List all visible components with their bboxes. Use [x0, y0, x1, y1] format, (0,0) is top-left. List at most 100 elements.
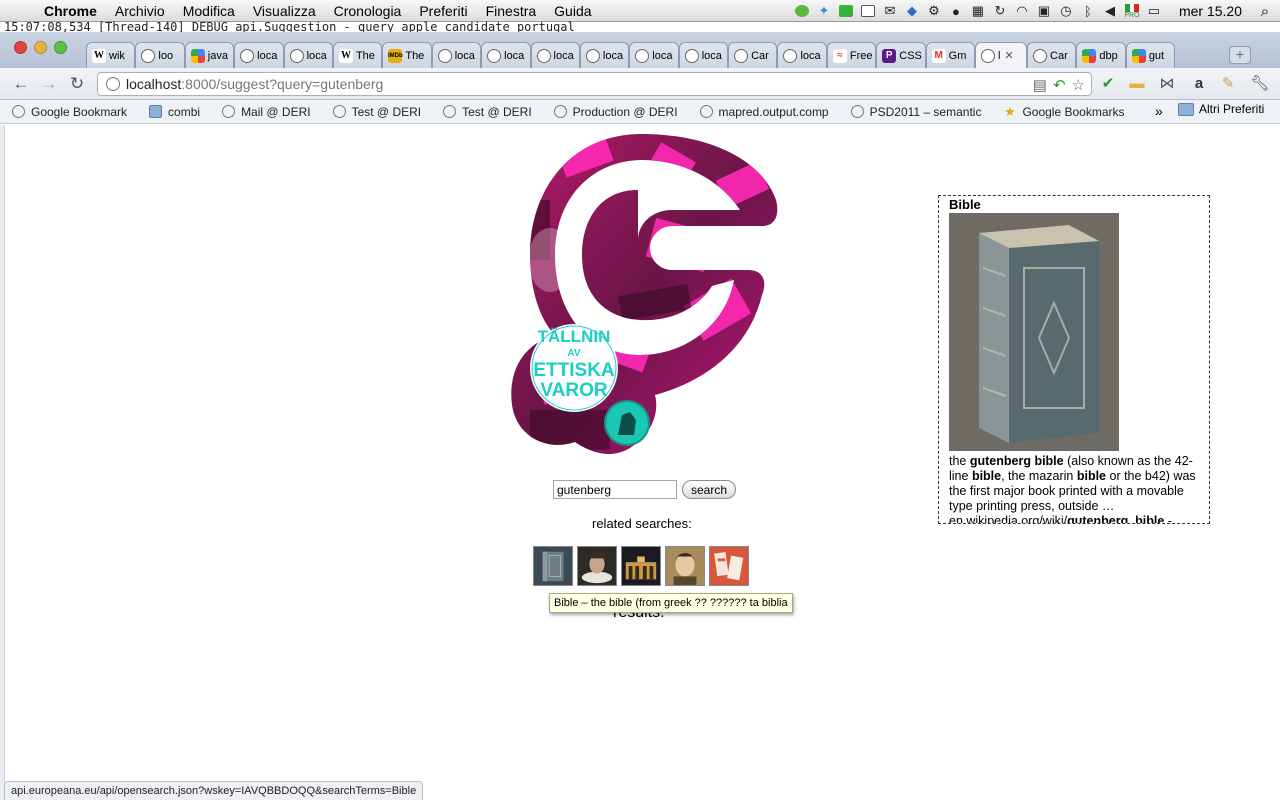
page-globe-icon — [106, 77, 120, 91]
close-tab-icon[interactable]: ✕ — [1004, 49, 1013, 62]
bookmark-item[interactable]: Mail @ DERI — [210, 105, 321, 119]
menu-modifica[interactable]: Modifica — [174, 3, 244, 19]
related-thumb-portrait-painting[interactable] — [665, 546, 705, 586]
related-thumb-portrait-ruff[interactable] — [577, 546, 617, 586]
globe-icon — [222, 105, 236, 118]
reload-icon[interactable]: ↻ — [66, 73, 88, 95]
menu-cronologia[interactable]: Cronologia — [325, 3, 411, 19]
browser-tab[interactable]: Wwik — [86, 42, 136, 68]
bookmark-label: combi — [168, 104, 201, 119]
browser-tab[interactable]: dbp — [1076, 42, 1126, 68]
globe-icon — [536, 48, 551, 63]
bookmark-item[interactable]: mapred.output.comp — [688, 105, 839, 119]
pen-extension-icon[interactable]: ✎ — [1218, 74, 1238, 94]
menubar-clock[interactable]: mer 15.20 — [1165, 3, 1250, 19]
browser-tab[interactable]: loca — [481, 42, 531, 68]
spotlight-search-icon[interactable]: ⌕ — [1250, 3, 1280, 20]
close-window-icon[interactable] — [14, 41, 27, 54]
bluetooth-icon[interactable]: ᛒ — [1077, 0, 1099, 22]
browser-tab[interactable]: loo — [135, 42, 185, 68]
flag-italy-icon[interactable]: PRO — [1121, 0, 1143, 22]
share-extension-icon[interactable]: ⋈ — [1157, 74, 1177, 94]
address-url[interactable]: localhost:8000/suggest?query=gutenberg — [126, 76, 383, 92]
freebase-icon: ≈ — [832, 48, 847, 63]
volume-icon[interactable]: ◀ — [1099, 0, 1121, 22]
bookmark-item[interactable]: ★ Google Bookmarks — [991, 105, 1134, 119]
menu-guida[interactable]: Guida — [545, 3, 600, 19]
search-button[interactable]: search — [682, 480, 737, 499]
browser-tab[interactable]: gut — [1125, 42, 1176, 68]
browser-tab[interactable]: loca — [530, 42, 580, 68]
bookmark-item[interactable]: Production @ DERI — [542, 105, 688, 119]
menu-finestra[interactable]: Finestra — [477, 3, 546, 19]
browser-tab[interactable]: loca — [629, 42, 679, 68]
browser-tab[interactable]: W The — [332, 42, 383, 68]
browser-tab[interactable]: loca — [431, 42, 482, 68]
related-thumb-bible[interactable] — [533, 546, 573, 586]
wifi-icon[interactable]: ◠ — [1011, 0, 1033, 22]
other-bookmarks-folder[interactable]: Altri Preferiti — [1178, 102, 1264, 116]
back-arrow-icon[interactable]: ← — [10, 73, 32, 95]
bookmark-item[interactable]: Test @ DERI — [431, 105, 542, 119]
purple-p-icon: P — [882, 48, 897, 63]
folder-extension-icon[interactable]: ▬ — [1127, 74, 1147, 94]
network-icon[interactable]: ⚙ — [923, 0, 945, 22]
lock-page-icon[interactable]: ▤ — [1033, 76, 1047, 94]
browser-tab[interactable]: Car — [728, 42, 778, 68]
browser-tab[interactable]: loca — [678, 42, 729, 68]
related-searches-label: related searches: — [592, 516, 692, 531]
browser-tab[interactable]: l ✕ — [975, 42, 1028, 68]
related-thumb-night-gate[interactable] — [621, 546, 661, 586]
mail-icon[interactable]: ✉ — [879, 0, 901, 22]
tab-label: loca — [306, 49, 327, 62]
browser-tab[interactable]: loca — [777, 42, 827, 68]
browser-tab[interactable]: IMDb The — [382, 42, 432, 68]
checkmark-extension-icon[interactable]: ✔ — [1098, 74, 1118, 94]
grid-app-icon[interactable]: ▦ — [967, 0, 989, 22]
zoom-window-icon[interactable] — [54, 41, 67, 54]
menu-preferiti[interactable]: Preferiti — [410, 3, 476, 19]
sync-icon[interactable]: ↻ — [989, 0, 1011, 22]
forward-arrow-icon[interactable]: → — [38, 73, 60, 95]
folder-icon — [1178, 102, 1194, 116]
browser-tab[interactable]: M Gm — [925, 42, 976, 68]
lock-icon[interactable]: ▣ — [1033, 0, 1055, 22]
bookmark-item[interactable]: Test @ DERI — [321, 105, 432, 119]
twitter-icon[interactable]: ✦ — [813, 0, 835, 22]
menu-visualizza[interactable]: Visualizza — [244, 3, 325, 19]
calendar-icon[interactable] — [857, 0, 879, 22]
bookmarks-overflow-chevron[interactable]: » — [1155, 103, 1163, 119]
hat-icon[interactable]: ● — [945, 0, 967, 22]
browser-tab[interactable]: loca — [234, 42, 284, 68]
browser-tab[interactable]: P CSS — [876, 42, 926, 68]
wrench-menu-icon[interactable]: 🔧︎ — [1250, 74, 1270, 94]
bookmark-item[interactable]: combi — [137, 105, 210, 119]
bookmark-item[interactable]: Google Bookmark — [0, 105, 137, 119]
entity-image-bible[interactable] — [949, 213, 1119, 451]
address-bar[interactable]: localhost:8000/suggest?query=gutenberg ▤… — [97, 72, 1092, 96]
new-tab-button[interactable]: + — [1229, 46, 1251, 64]
search-input[interactable] — [553, 480, 677, 499]
undo-arrow-icon[interactable]: ↶ — [1053, 76, 1066, 94]
menu-archivio[interactable]: Archivio — [106, 3, 174, 19]
time-machine-icon[interactable]: ◷ — [1055, 0, 1077, 22]
browser-tab[interactable]: ≈ Free — [826, 42, 877, 68]
menu-app-chrome[interactable]: Chrome — [40, 3, 106, 19]
amazon-extension-icon[interactable]: a — [1189, 74, 1209, 94]
related-thumb-leaflets[interactable] — [709, 546, 749, 586]
battery-icon[interactable]: ▭ — [1143, 0, 1165, 22]
bookmark-item[interactable]: PSD2011 – semantic — [839, 105, 992, 119]
description-bold-term: bible — [971, 469, 1002, 483]
bookmark-star-icon[interactable]: ☆ — [1072, 76, 1085, 94]
browser-tab[interactable]: loca — [579, 42, 630, 68]
dropbox-icon[interactable]: ◆ — [901, 0, 923, 22]
thumbnail-tooltip: Bible – the bible (from greek ?? ?????? … — [549, 593, 793, 613]
evernote-icon[interactable] — [791, 0, 813, 22]
tab-label: wik — [109, 49, 125, 62]
minimize-window-icon[interactable] — [34, 41, 47, 54]
bookmark-label: PSD2011 – semantic — [869, 104, 982, 119]
browser-tab[interactable]: Car — [1027, 42, 1077, 68]
browser-tab[interactable]: java — [184, 42, 235, 68]
green-app-icon[interactable] — [835, 0, 857, 22]
browser-tab[interactable]: loca — [283, 42, 333, 68]
